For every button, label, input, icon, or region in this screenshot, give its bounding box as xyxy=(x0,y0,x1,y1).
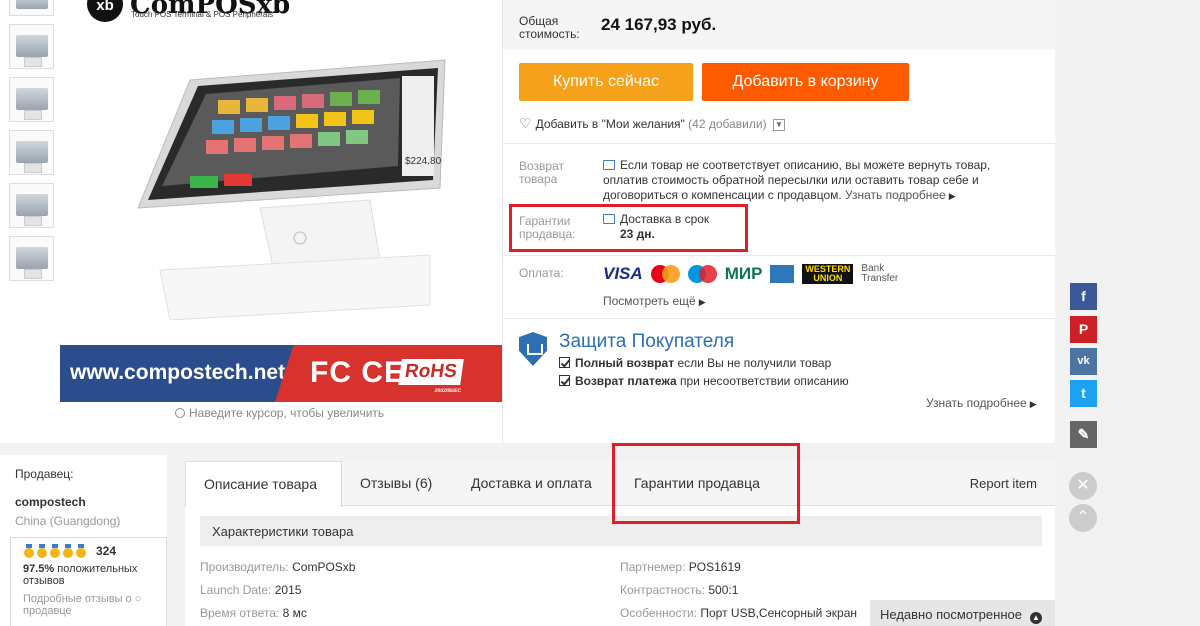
edit-pencil-icon[interactable]: ✎ xyxy=(1070,421,1097,448)
spec-item: Производитель: ComPOSxb xyxy=(200,560,356,574)
pinterest-share-icon[interactable]: P xyxy=(1070,316,1097,343)
tab-shipping[interactable]: Доставка и оплата xyxy=(471,461,592,506)
chevron-down-icon[interactable]: ▼ xyxy=(772,118,785,131)
product-main-image[interactable]: xb ComPOSxb Touch POS Terminal & POS Per… xyxy=(60,0,502,402)
report-item-link[interactable]: Report item xyxy=(970,461,1037,506)
heart-icon: ♡ xyxy=(519,115,532,131)
pos-terminal-illustration: $224.80 xyxy=(137,59,446,320)
add-to-cart-button[interactable]: Добавить в корзину xyxy=(702,63,909,101)
brand-logo-tagline: Touch POS Terminal & POS Peripherals xyxy=(131,10,274,19)
twitter-share-icon[interactable]: t xyxy=(1070,380,1097,407)
buyer-protection-title: Защита Покупателя xyxy=(559,331,735,352)
visa-logo: VISA xyxy=(603,264,643,283)
positive-feedback: 97.5% положительных отзывов xyxy=(23,563,138,587)
thumbnail-strip xyxy=(9,0,55,289)
thumbnail[interactable] xyxy=(9,130,54,175)
medal-icon xyxy=(75,544,87,558)
medal-icon xyxy=(62,544,74,558)
detailed-feedback-link[interactable]: Подробные отзывы о ○ продавце xyxy=(23,593,166,617)
protection-more-link[interactable]: Узнать подробнее ▶ xyxy=(926,396,1037,412)
rohs-mark: RoHS 2002/95/EC xyxy=(398,359,464,394)
wishlist-link[interactable]: ♡ Добавить в "Мои желания" (42 добавили) … xyxy=(519,115,785,132)
brand-logo-badge: xb xyxy=(87,0,123,22)
seller-rating: 324 xyxy=(23,544,166,558)
close-icon[interactable]: ✕ xyxy=(1069,472,1097,500)
zoom-hint: Наведите курсор, чтобы увеличить xyxy=(175,406,384,420)
returns-text: Если товар не соответствует описанию, вы… xyxy=(603,158,991,202)
magnifier-icon xyxy=(175,408,185,418)
maestro-logo xyxy=(687,265,717,283)
price-block: Общая стоимость: 24 167,93 руб. xyxy=(503,0,1055,50)
payment-methods: VISA МИР WESTERN UNION Bank Transfer xyxy=(603,264,898,284)
buy-now-button[interactable]: Купить сейчас xyxy=(519,63,693,101)
thumbnail[interactable] xyxy=(9,183,54,228)
mir-logo: МИР xyxy=(724,264,763,283)
highlight-box-guarantee xyxy=(509,204,748,252)
thumbnail[interactable] xyxy=(9,77,54,122)
seller-feedback-box: 324 97.5% положительных отзывов Подробные… xyxy=(10,537,167,626)
facebook-share-icon[interactable]: f xyxy=(1070,283,1097,310)
bank-transfer-logo: Bank Transfer xyxy=(861,263,899,284)
seller-panel: Продавец: compostech China (Guangdong) 3… xyxy=(0,455,167,626)
pos-screen-price: $224.80 xyxy=(405,156,442,167)
medal-icon xyxy=(36,544,48,558)
seller-label: Продавец: xyxy=(15,467,74,481)
spec-item: Особенности: Порт USB,Сенсорный экран xyxy=(620,606,857,620)
highlight-box-tab xyxy=(612,443,800,524)
recently-viewed-bar[interactable]: Недавно посмотренное ▲ xyxy=(870,600,1055,626)
chevron-up-icon: ▲ xyxy=(1029,612,1042,624)
thumbnail[interactable] xyxy=(9,0,54,16)
seller-name[interactable]: compostech xyxy=(15,495,167,509)
spec-item: Контрастность: 500:1 xyxy=(620,583,739,597)
amex-logo xyxy=(770,265,795,283)
feedback-count: 324 xyxy=(96,544,117,558)
tab-reviews[interactable]: Отзывы (6) xyxy=(360,461,432,506)
medal-icon xyxy=(23,544,35,558)
thumbnail[interactable] xyxy=(9,24,54,69)
banner-site-url: www.compostech.net xyxy=(60,345,300,402)
payment-label: Оплата: xyxy=(519,266,564,280)
price-label: Общая стоимость: xyxy=(519,14,580,41)
returns-label: Возврат товара xyxy=(519,159,564,186)
wishlist-count: (42 добавили) xyxy=(688,117,767,131)
certification-banner: www.compostech.net FC CE RoHS 2002/95/EC xyxy=(60,345,502,402)
spec-item: Партнeмер: POS1619 xyxy=(620,560,741,574)
spec-item: Launch Date: 2015 xyxy=(200,583,302,597)
payment-see-more-link[interactable]: Посмотреть ещё ▶ xyxy=(603,294,706,310)
tab-description[interactable]: Описание товара xyxy=(185,461,342,507)
returns-more-link[interactable]: Узнать подробнее ▶ xyxy=(845,188,956,202)
western-union-logo: WESTERN UNION xyxy=(802,264,854,284)
thumbnail[interactable] xyxy=(9,236,54,281)
protection-item-refund: Полный возврат если Вы не получили товар xyxy=(559,356,831,370)
protection-item-return: Возврат платежа при несоответствии описа… xyxy=(559,374,849,388)
scroll-top-icon[interactable]: ⌃ xyxy=(1069,504,1097,532)
medal-icon xyxy=(49,544,61,558)
spec-item: Время ответа: 8 мс xyxy=(200,606,307,620)
vk-share-icon[interactable]: vk xyxy=(1070,348,1097,375)
seller-location: China (Guangdong) xyxy=(15,514,121,528)
checkbox-icon xyxy=(559,357,570,368)
fc-ce-marks: FC CE xyxy=(310,356,405,389)
total-price: 24 167,93 руб. xyxy=(601,15,717,34)
mastercard-logo xyxy=(650,265,680,283)
checkbox-icon xyxy=(559,375,570,386)
return-icon xyxy=(603,160,615,170)
